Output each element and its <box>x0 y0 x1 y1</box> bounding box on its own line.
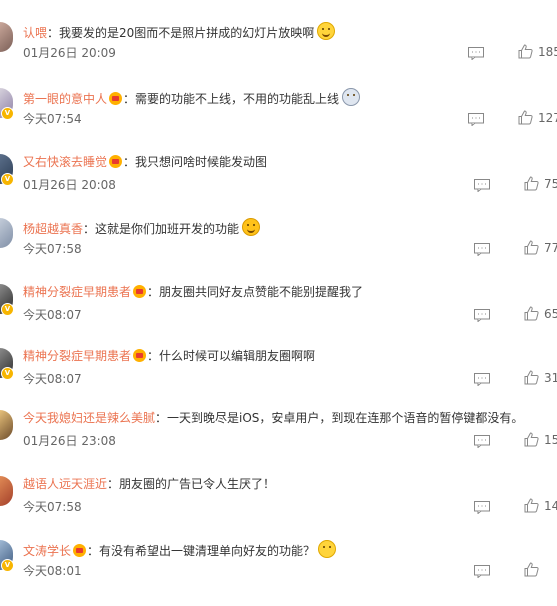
verified-badge-icon: V <box>1 303 14 316</box>
comment-item: V 精神分裂症早期患者 ：朋友圈共同好友点赞能不能别提醒我了今天08:07 65 <box>0 284 557 350</box>
member-crown-icon <box>73 544 87 557</box>
like-button[interactable]: 65 <box>524 306 557 321</box>
username-link[interactable]: 第一眼的意中人 <box>23 92 107 106</box>
avatar[interactable] <box>0 410 13 440</box>
comment-line: 认喂：我要发的是20图而不是照片拼成的幻灯片放映啊 <box>23 22 336 41</box>
username-link[interactable]: 越语人远天涯近 <box>23 477 107 491</box>
comment-text: ：这就是你们加班开发的功能 <box>83 222 240 236</box>
like-button[interactable] <box>524 562 544 577</box>
verified-badge-icon: V <box>1 107 14 120</box>
verified-badge-icon: V <box>1 367 14 380</box>
comment-line: 又右快滚去睡觉 ：我只想问啥时候能发动图 <box>23 154 267 170</box>
reply-icon[interactable] <box>474 177 490 193</box>
comment-item: V 精神分裂症早期患者 ：什么时候可以编辑朋友圈啊啊今天08:07 31 <box>0 348 557 414</box>
comment-line: 越语人远天涯近：朋友圈的广告已令人生厌了！ <box>23 476 275 492</box>
reply-icon[interactable] <box>474 563 490 579</box>
like-count: 77 <box>544 240 557 255</box>
username-link[interactable]: 精神分裂症早期患者 <box>23 285 131 299</box>
like-button[interactable]: 127 <box>518 110 557 125</box>
comment-line: 文涛学长 ：有没有希望出一键清理单向好友的功能？ <box>23 540 337 559</box>
like-button[interactable]: 15 <box>524 432 557 447</box>
comment-text: ：一天到晚尽是iOS，安卓用户，到现在连那个语音的暂停键都没有。 <box>155 411 524 425</box>
username-link[interactable]: 文涛学长 <box>23 544 71 558</box>
like-count: 185 <box>538 44 557 59</box>
username-link[interactable]: 今天我媳妇还是辣么美腻 <box>23 411 155 425</box>
verified-badge-icon: V <box>1 559 14 572</box>
avatar[interactable] <box>0 22 13 52</box>
like-count: 65 <box>544 306 557 321</box>
like-count: 31 <box>544 370 557 385</box>
username-link[interactable]: 杨超越真香 <box>23 222 83 236</box>
like-button[interactable]: 77 <box>524 240 557 255</box>
comment-text: ：有没有希望出一键清理单向好友的功能？ <box>87 544 316 558</box>
comment-text: ：朋友圈共同好友点赞能不能别提醒我了 <box>147 285 364 299</box>
reply-icon[interactable] <box>474 499 490 515</box>
reply-icon[interactable] <box>468 111 484 127</box>
comment-time: 今天08:07 <box>23 308 82 322</box>
like-button[interactable]: 31 <box>524 370 557 385</box>
comment-text: ：需要的功能不上线，不用的功能乱上线 <box>123 92 340 106</box>
comment-time: 01月26日 23:08 <box>23 434 116 448</box>
username-link[interactable]: 认喂 <box>23 26 47 40</box>
thumbs-up-icon <box>518 110 533 125</box>
thumbs-up-icon <box>524 370 539 385</box>
reply-icon[interactable] <box>474 241 490 257</box>
comment-item: 杨超越真香：这就是你们加班开发的功能 今天07:58 77 <box>0 218 557 284</box>
thumbs-up-icon <box>524 176 539 191</box>
comment-time: 今天07:54 <box>23 112 82 126</box>
like-count: 15 <box>544 432 557 447</box>
member-crown-icon <box>133 349 147 362</box>
comment-time: 今天07:58 <box>23 500 82 514</box>
comment-time: 今天08:07 <box>23 372 82 386</box>
comment-time: 今天07:58 <box>23 242 82 256</box>
like-count: 127 <box>538 110 557 125</box>
verified-badge-icon: V <box>1 173 14 186</box>
like-button[interactable]: 185 <box>518 44 557 59</box>
member-crown-icon <box>109 92 123 105</box>
comment-time: 01月26日 20:08 <box>23 178 116 192</box>
comment-item: V 第一眼的意中人 ：需要的功能不上线，不用的功能乱上线今天07:54 127 <box>0 88 557 154</box>
comment-text: ：我要发的是20图而不是照片拼成的幻灯片放映啊 <box>47 26 315 40</box>
comment-item: V 文涛学长 ：有没有希望出一键清理单向好友的功能？ 今天08:01 <box>0 540 557 606</box>
like-button[interactable]: 14 <box>524 498 557 513</box>
comment-text: ：什么时候可以编辑朋友圈啊啊 <box>147 349 316 363</box>
avatar[interactable] <box>0 476 13 506</box>
reply-icon[interactable] <box>468 45 484 61</box>
avatar[interactable] <box>0 218 13 248</box>
username-link[interactable]: 又右快滚去睡觉 <box>23 155 107 169</box>
member-crown-icon <box>109 155 123 168</box>
hug-emoji <box>318 540 337 558</box>
member-crown-icon <box>133 285 147 298</box>
comment-text: ：我只想问啥时候能发动图 <box>123 155 268 169</box>
thumbs-up-icon <box>524 498 539 513</box>
comment-time: 今天08:01 <box>23 564 82 578</box>
comment-line: 今天我媳妇还是辣么美腻：一天到晚尽是iOS，安卓用户，到现在连那个语音的暂停键都… <box>23 410 523 426</box>
reply-icon[interactable] <box>474 433 490 449</box>
reply-icon[interactable] <box>474 307 490 323</box>
comment-item: 越语人远天涯近：朋友圈的广告已令人生厌了！ 今天07:58 14 <box>0 476 557 542</box>
username-link[interactable]: 精神分裂症早期患者 <box>23 349 131 363</box>
comment-time: 01月26日 20:09 <box>23 46 116 60</box>
like-button[interactable]: 75 <box>524 176 557 191</box>
comment-line: 第一眼的意中人 ：需要的功能不上线，不用的功能乱上线 <box>23 88 361 107</box>
reply-icon[interactable] <box>474 371 490 387</box>
thumbs-up-icon <box>524 562 539 577</box>
comment-line: 精神分裂症早期患者 ：朋友圈共同好友点赞能不能别提醒我了 <box>23 284 363 300</box>
comment-line: 杨超越真香：这就是你们加班开发的功能 <box>23 218 261 237</box>
grin-emoji <box>242 218 261 236</box>
like-count: 14 <box>544 498 557 513</box>
thumbs-up-icon <box>518 44 533 59</box>
comment-item: 认喂：我要发的是20图而不是照片拼成的幻灯片放映啊 01月26日 20:09 185 <box>0 22 557 88</box>
like-count: 75 <box>544 176 557 191</box>
comment-line: 精神分裂症早期患者 ：什么时候可以编辑朋友圈啊啊 <box>23 348 315 364</box>
smile-emoji <box>317 22 336 40</box>
comment-item: V 又右快滚去睡觉 ：我只想问啥时候能发动图 01月26日 20:08 75 <box>0 154 557 220</box>
thumbs-up-icon <box>524 432 539 447</box>
crying-emoji <box>342 88 361 106</box>
thumbs-up-icon <box>524 306 539 321</box>
comment-text: ：朋友圈的广告已令人生厌了！ <box>107 477 276 491</box>
comment-item: 今天我媳妇还是辣么美腻：一天到晚尽是iOS，安卓用户，到现在连那个语音的暂停键都… <box>0 410 557 476</box>
thumbs-up-icon <box>524 240 539 255</box>
